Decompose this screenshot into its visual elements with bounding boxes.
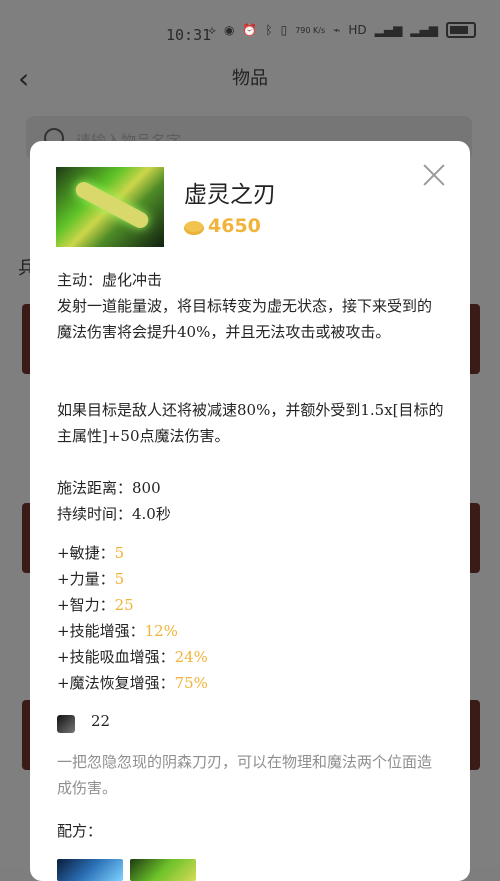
eye-icon: ◉: [223, 23, 235, 37]
active-ability-title: 主动：虚化冲击: [57, 271, 163, 289]
battery-icon: [445, 22, 476, 38]
wifi-icon: ⌁: [333, 23, 341, 37]
item-price: 4650: [208, 215, 261, 237]
page-title: 物品: [232, 68, 268, 89]
app-bar: ‹ 物品: [0, 58, 500, 98]
gold-coin-icon: [184, 221, 204, 235]
recipe-label: 配方：: [57, 822, 103, 840]
signal-icon: ▂▄▆: [410, 23, 438, 37]
recipe-item[interactable]: [130, 859, 196, 881]
stat-row: +技能吸血增强：24%: [57, 648, 208, 666]
stat-row: +技能增强：12%: [57, 622, 178, 640]
cast-range: 施法距离：800: [57, 479, 161, 497]
alarm-icon: ⏰: [242, 23, 258, 37]
duration: 持续时间：4.0秒: [57, 505, 171, 523]
stat-row: +力量：5: [57, 570, 125, 588]
item-stats: +敏捷：5 +力量：5 +智力：25 +技能增强：12% +技能吸血增强：24%…: [57, 540, 446, 696]
status-bar: 10:31 ⟡ ◉ ⏰ ᛒ ▯ 790 K/s ⌁ HD ▂▄▆ ▂▄▆: [0, 18, 500, 52]
active-ability-description: 发射一道能量波，将目标转变为虚无状态，接下来受到的魔法伤害将会提升40%，并且无…: [57, 297, 433, 341]
recipe-item[interactable]: [57, 859, 123, 881]
status-icons: ⟡ ◉ ⏰ ᛒ ▯ 790 K/s ⌁ HD ▂▄▆ ▂▄▆: [208, 22, 476, 38]
vibrate-icon: ▯: [280, 23, 288, 37]
network-speed: 790 K/s: [295, 25, 326, 35]
stat-row: +魔法恢复增强：75%: [57, 674, 208, 692]
item-lore: 一把忽隐忽现的阴森刀刃，可以在物理和魔法两个位面造成伤害。: [57, 753, 433, 797]
bluetooth-icon: ᛒ: [265, 23, 273, 37]
item-detail-dialog: 虚灵之刃 4650 主动：虚化冲击 发射一道能量波，将目标转变为虚无状态，接下来…: [30, 141, 470, 881]
close-icon[interactable]: [422, 163, 446, 187]
enemy-effect-description: 如果目标是敌人还将被减速80%，并额外受到1.5x[目标的主属性]+50点魔法伤…: [57, 401, 444, 445]
item-image: [56, 167, 164, 247]
stat-row: +智力：25: [57, 596, 134, 614]
item-name: 虚灵之刃: [184, 182, 276, 208]
status-time: 10:31: [166, 26, 212, 44]
wallet-icon: ⟡: [208, 22, 216, 37]
stat-row: +敏捷：5: [57, 544, 125, 562]
cooldown-icon: [57, 715, 75, 733]
cooldown-value: 22: [91, 712, 111, 730]
hd-icon: HD: [348, 23, 367, 37]
signal-icon: ▂▄▆: [374, 23, 403, 37]
